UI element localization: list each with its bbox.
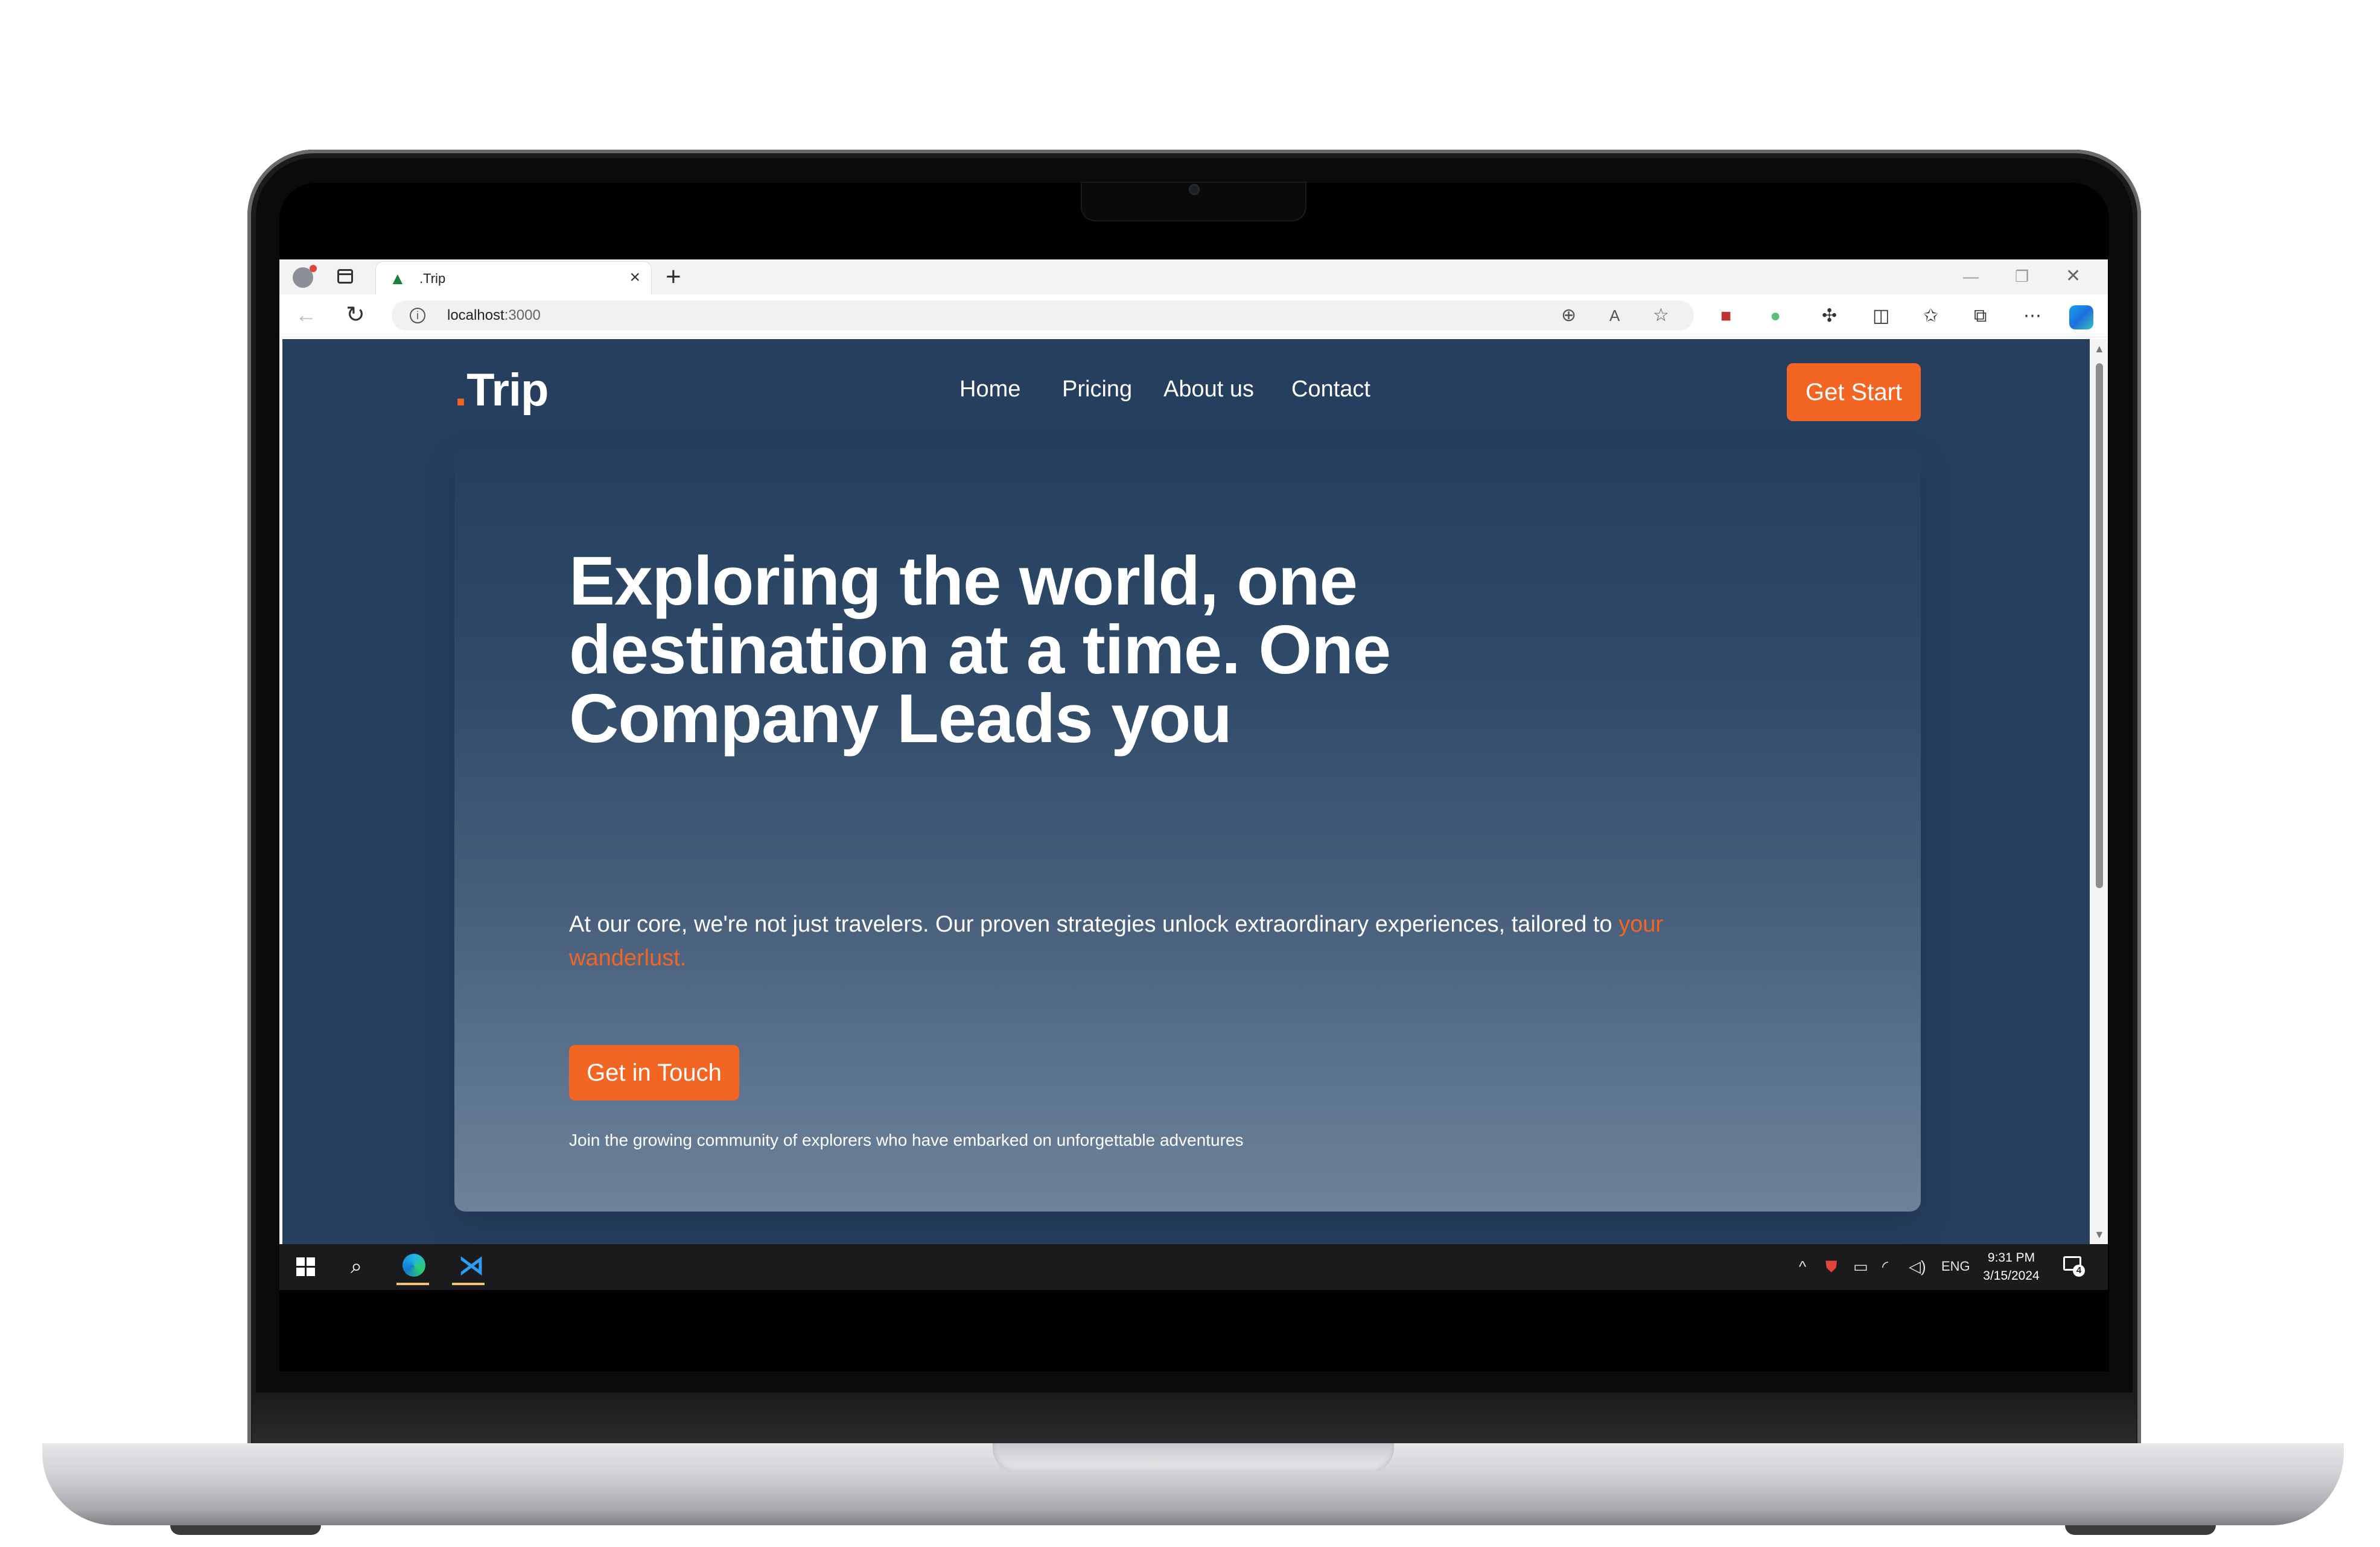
favorites-icon[interactable]: ✩ — [1923, 307, 1938, 326]
windows-start-icon[interactable] — [296, 1257, 316, 1277]
url-port: :3000 — [504, 307, 541, 323]
logo-text: Trip — [466, 364, 549, 416]
hero-description: At our core, we're not just travelers. O… — [569, 907, 1776, 975]
extension-pdf-icon[interactable]: ■ — [1720, 307, 1731, 326]
site-info-icon[interactable]: i — [410, 308, 425, 323]
hero-description-text: At our core, we're not just travelers. O… — [569, 912, 1619, 937]
restore-icon[interactable]: ❐ — [2015, 263, 2029, 290]
site-logo[interactable]: .Trip — [454, 363, 549, 418]
address-bar: ← ↻ i localhost:3000 ⊕ A ☆ ■ ● ✣ ◫ ✩ ⧉ ⋯ — [279, 294, 2108, 337]
copilot-icon[interactable] — [2069, 305, 2093, 329]
new-tab-button[interactable]: + — [666, 262, 681, 292]
volume-icon[interactable]: ◁) — [1909, 1257, 1926, 1275]
nav-pricing[interactable]: Pricing — [1062, 375, 1132, 403]
tab-actions-icon[interactable] — [337, 269, 353, 284]
taskbar-vscode-app[interactable]: ⋊ — [447, 1249, 489, 1285]
url-host: localhost — [447, 307, 504, 323]
nav-contact[interactable]: Contact — [1291, 375, 1370, 403]
tab-strip: ▲ .Trip × + — ❐ ✕ — [279, 259, 2108, 295]
tree-favicon-icon: ▲ — [389, 269, 406, 288]
active-tab[interactable]: ▲ .Trip × — [376, 262, 651, 294]
clock-date: 3/15/2024 — [1983, 1269, 2040, 1283]
hero-note: Join the growing community of explorers … — [569, 1131, 1244, 1149]
tab-title: .Trip — [419, 271, 446, 286]
clock[interactable]: 9:31 PM 3/15/2024 — [1978, 1249, 2044, 1285]
nav-home[interactable]: Home — [959, 375, 1020, 403]
scroll-up-icon[interactable]: ▲ — [2094, 343, 2105, 355]
laptop-open-notch — [993, 1443, 1394, 1472]
browser-window: ▲ .Trip × + — ❐ ✕ ← ↻ i localhost:3000 ⊕… — [279, 259, 2108, 1244]
read-aloud-icon[interactable]: A — [1609, 307, 1620, 325]
get-in-touch-button[interactable]: Get in Touch — [569, 1045, 739, 1101]
laptop-foot-right — [2065, 1525, 2216, 1535]
laptop-foot-left — [170, 1525, 321, 1535]
scroll-down-icon[interactable]: ▼ — [2094, 1228, 2105, 1240]
url-field[interactable]: i localhost:3000 ⊕ A ☆ — [392, 300, 1694, 331]
camera-icon — [1189, 184, 1200, 195]
collections-icon[interactable]: ⧉ — [1974, 307, 1987, 326]
wifi-icon[interactable]: ◜ — [1882, 1257, 1888, 1275]
get-start-button[interactable]: Get Start — [1787, 363, 1921, 421]
screen-lower-black — [279, 1290, 2109, 1370]
taskbar: ⌕ ⋊ ^ ⛊ ▭ ◜ ◁) ENG 9:31 PM 3/15/2024 4 — [279, 1244, 2108, 1290]
search-icon[interactable]: ⌕ — [351, 1255, 362, 1278]
extensions-puzzle-icon[interactable]: ✣ — [1822, 307, 1837, 326]
taskbar-edge-app[interactable] — [392, 1249, 434, 1285]
split-screen-icon[interactable]: ◫ — [1872, 307, 1889, 326]
close-window-icon[interactable]: ✕ — [2066, 263, 2081, 290]
clock-time: 9:31 PM — [1987, 1251, 2035, 1265]
language-indicator[interactable]: ENG — [1941, 1259, 1970, 1274]
notification-count-badge: 4 — [2073, 1265, 2085, 1277]
vertical-scrollbar[interactable]: ▲ ▼ — [2090, 339, 2108, 1244]
close-tab-icon[interactable]: × — [629, 268, 640, 287]
edge-browser-icon — [402, 1254, 425, 1277]
active-app-indicator — [452, 1283, 485, 1285]
url-text[interactable]: localhost:3000 — [447, 308, 541, 323]
minimize-icon[interactable]: — — [1963, 263, 1979, 290]
reload-icon[interactable]: ↻ — [346, 302, 365, 328]
hero-title: Exploring the world, one destination at … — [569, 543, 1391, 757]
chevron-up-icon[interactable]: ^ — [1799, 1257, 1806, 1275]
logo-dot: . — [454, 364, 467, 416]
extension-green-icon[interactable]: ● — [1770, 307, 1781, 326]
favorite-star-icon[interactable]: ☆ — [1653, 307, 1669, 325]
notification-center-icon[interactable]: 4 — [2063, 1256, 2085, 1277]
scroll-thumb[interactable] — [2096, 363, 2103, 888]
security-shield-icon[interactable]: ⛊ — [1825, 1257, 1838, 1275]
vscode-icon: ⋊ — [458, 1251, 485, 1280]
battery-icon[interactable]: ▭ — [1853, 1257, 1868, 1275]
page-viewport: .Trip Home Pricing About us Contact Get … — [282, 339, 2090, 1244]
laptop-hinge — [252, 1393, 2136, 1444]
nav-about-us[interactable]: About us — [1163, 375, 1254, 403]
profile-notification-dot — [310, 265, 317, 272]
zoom-icon[interactable]: ⊕ — [1561, 307, 1576, 325]
back-arrow-icon[interactable]: ← — [295, 302, 317, 328]
active-app-indicator — [396, 1283, 429, 1285]
more-menu-icon[interactable]: ⋯ — [2023, 307, 2041, 326]
